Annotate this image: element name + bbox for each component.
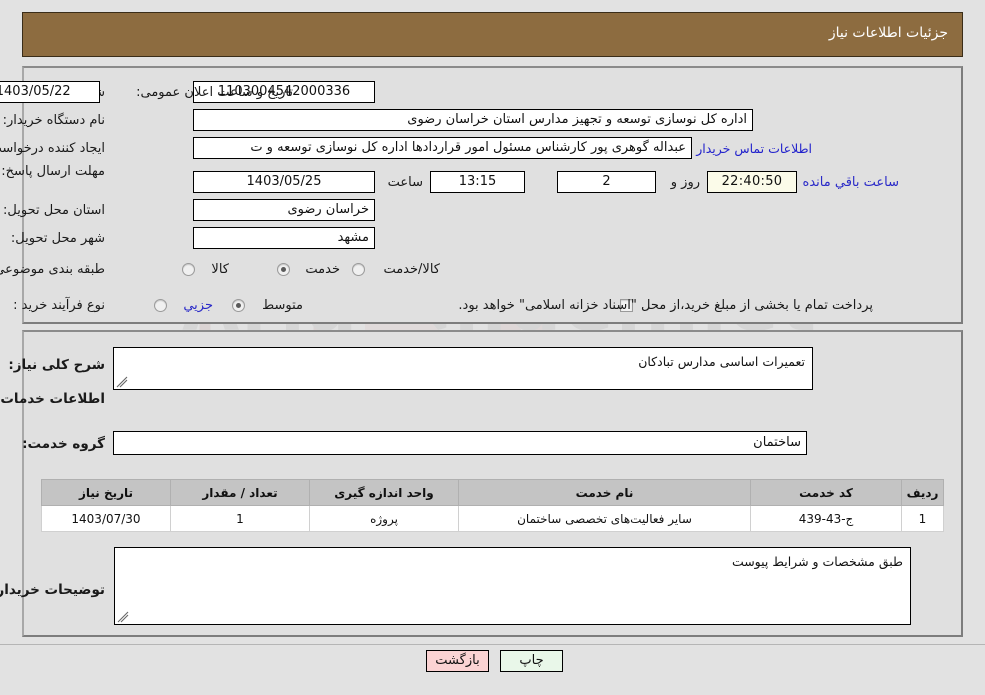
public-announce-value: 1403/05/22 - 13:11 (0, 81, 100, 103)
buyer-notes-value: طبق مشخصات و شرایط پیوست (731, 554, 903, 569)
cell-quantity: 1 (170, 505, 310, 532)
radio-process-motevasset[interactable] (232, 299, 245, 312)
radio-category-khedmat[interactable] (277, 263, 290, 276)
buyer-notes-textarea[interactable]: طبق مشخصات و شرایط پیوست (114, 547, 911, 625)
services-section-heading: اطلاعات خدمات مورد نیاز (0, 391, 105, 407)
city-value: مشهد (193, 227, 375, 249)
category-label: طبقه بندی موضوعی: (0, 262, 105, 277)
process-type-label: نوع فرآیند خرید : (13, 298, 105, 313)
province-label: استان محل تحویل: (3, 203, 105, 218)
th-need-date: تاریخ نیاز (41, 479, 171, 506)
treasury-bonds-label: پرداخت تمام یا بخشی از مبلغ خرید،از محل … (458, 298, 873, 313)
buyer-notes-label: توضیحات خریدار: (0, 582, 105, 598)
services-table: ردیف کد خدمت نام خدمت واحد اندازه گیری ت… (41, 479, 944, 532)
province-value: خراسان رضوی (193, 199, 375, 221)
resize-grip-icon (116, 376, 128, 388)
deadline-date-value: 1403/05/25 (193, 171, 375, 193)
creator-value: عبداله گوهری پور کارشناس مسئول امور قرار… (193, 137, 692, 159)
deadline-hour-label: ساعت (387, 175, 423, 190)
radio-category-kala[interactable] (182, 263, 195, 276)
print-button[interactable]: چاپ (500, 650, 563, 672)
radio-process-motevasset-label: متوسط (262, 298, 303, 313)
page-title: جزئیات اطلاعات نیاز (828, 25, 948, 41)
remaining-days-label: روز و (670, 175, 700, 190)
radio-category-kala-khedmat[interactable] (352, 263, 365, 276)
back-button[interactable]: بازگشت (426, 650, 489, 672)
radio-process-jozi[interactable] (154, 299, 167, 312)
table-header-row: ردیف کد خدمت نام خدمت واحد اندازه گیری ت… (41, 479, 944, 506)
buyer-org-label: نام دستگاه خریدار: (2, 113, 105, 128)
remaining-time-label: ساعت باقي مانده (802, 175, 899, 190)
th-service-name: نام خدمت (458, 479, 751, 506)
countdown-timer: 22:40:50 (707, 171, 797, 193)
th-radif: ردیف (901, 479, 944, 506)
deadline-label: مهلت ارسال پاسخ: تا تاریخ: (0, 164, 105, 179)
buyer-org-value: اداره کل نوسازی توسعه و تجهیز مدارس استا… (193, 109, 753, 131)
footer-divider (0, 644, 985, 645)
cell-unit: پروژه (309, 505, 459, 532)
city-label: شهر محل تحویل: (10, 231, 105, 246)
th-unit: واحد اندازه گیری (309, 479, 459, 506)
creator-label: ایجاد کننده درخواست: (0, 141, 105, 156)
radio-category-kala-label: کالا (211, 262, 229, 277)
general-desc-label: شرح کلی نیاز: (8, 357, 105, 373)
resize-grip-icon (117, 611, 129, 623)
service-group-value: ساختمان (113, 431, 807, 455)
radio-category-khedmat-label: خدمت (305, 262, 340, 277)
need-info-panel (22, 66, 963, 324)
table-row: 1 ج-43-439 سایر فعالیت‌های تخصصی ساختمان… (41, 505, 944, 532)
th-service-code: کد خدمت (750, 479, 902, 506)
service-group-label: گروه خدمت: (22, 436, 105, 452)
remaining-days-value: 2 (557, 171, 656, 193)
cell-service-name: سایر فعالیت‌های تخصصی ساختمان (458, 505, 751, 532)
general-desc-textarea[interactable]: تعمیرات اساسی مدارس تبادکان (113, 347, 813, 390)
cell-radif: 1 (901, 505, 944, 532)
page-header-bar: جزئیات اطلاعات نیاز (22, 12, 963, 57)
th-quantity: تعداد / مقدار (170, 479, 310, 506)
public-announce-label: تاریخ و ساعت اعلان عمومی: (136, 85, 293, 100)
radio-category-kala-khedmat-label: کالا/خدمت (383, 262, 440, 277)
radio-process-jozi-label: جزیي (183, 298, 213, 313)
cell-need-date: 1403/07/30 (41, 505, 171, 532)
buyer-contact-link[interactable]: اطلاعات تماس خریدار (696, 141, 812, 156)
general-desc-value: تعمیرات اساسی مدارس تبادکان (638, 354, 805, 369)
deadline-hour-value: 13:15 (430, 171, 525, 193)
cell-service-code: ج-43-439 (750, 505, 902, 532)
